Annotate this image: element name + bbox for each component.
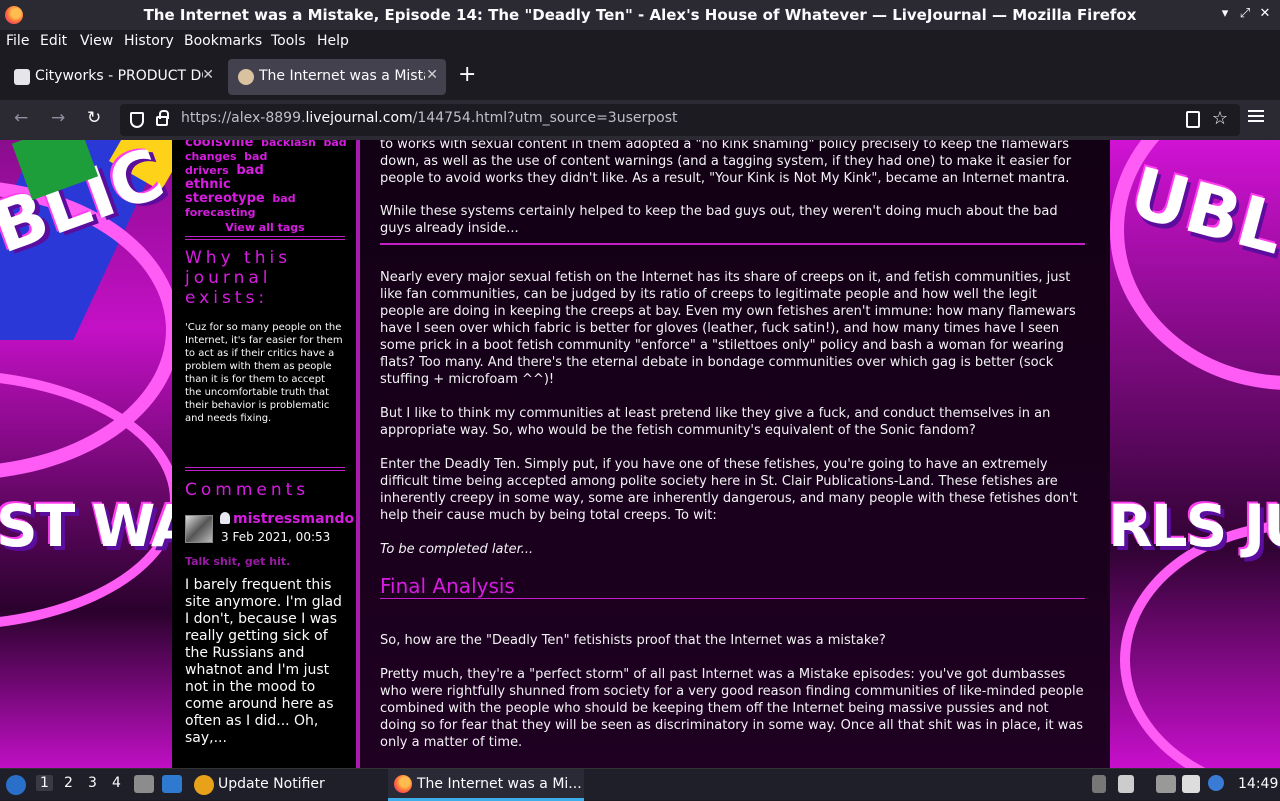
volume-icon[interactable]: [1118, 775, 1134, 793]
forward-button[interactable]: →: [51, 108, 65, 128]
tag-link[interactable]: bad: [236, 163, 263, 178]
start-menu-icon[interactable]: [6, 775, 26, 795]
tab-label: The Internet was a Mista: [259, 68, 425, 84]
tag-cloud: coolsville backlash bad changes bad driv…: [185, 140, 347, 235]
livejournal-favicon-icon: [238, 69, 254, 85]
tag-link[interactable]: backlash: [261, 140, 316, 149]
page-favicon-icon: [14, 69, 30, 85]
page-content: BLIC ST WANT UBL RLS JUS coolsville back…: [0, 140, 1280, 768]
user-icon: [220, 512, 230, 524]
comments-heading: Comments: [185, 480, 310, 500]
journal-sidebar: coolsville backlash bad changes bad driv…: [172, 140, 360, 768]
window-titlebar: The Internet was a Mistake, Episode 14: …: [0, 0, 1280, 30]
update-notifier-icon[interactable]: [194, 775, 214, 795]
paragraph: Nearly every major sexual fetish on the …: [380, 270, 1076, 387]
why-text: 'Cuz for so many people on the Internet,…: [185, 322, 343, 424]
desktop-1[interactable]: 1: [36, 775, 53, 791]
system-taskbar: 1 2 3 4 Update Notifier The Internet was…: [0, 768, 1280, 801]
entry-content: to works with sexual content in them ado…: [360, 140, 1110, 768]
reload-button[interactable]: ↻: [87, 108, 101, 128]
tab-internet-mistake[interactable]: The Internet was a Mista ✕: [228, 59, 446, 95]
desktop-3[interactable]: 3: [88, 775, 97, 791]
background-poster-left: BLIC ST WANT: [0, 140, 172, 768]
section-heading-final-analysis: Final Analysis: [380, 574, 515, 598]
tab-label: Cityworks - PRODUCT DO: [35, 68, 203, 84]
file-manager-icon[interactable]: [134, 775, 154, 793]
commenter-username[interactable]: mistressmando: [220, 511, 354, 527]
menu-tools[interactable]: Tools: [271, 33, 306, 49]
url-suffix: /144754.html?utm_source=3userpost: [412, 110, 678, 126]
firefox-icon: [394, 775, 412, 793]
hamburger-menu-icon[interactable]: [1248, 110, 1264, 122]
tray-arrow-icon[interactable]: [1092, 775, 1106, 793]
back-button[interactable]: ←: [14, 108, 28, 128]
network-icon[interactable]: [1156, 775, 1176, 793]
comment-date: 3 Feb 2021, 00:53: [221, 530, 331, 544]
url-bar[interactable]: https://alex-8899.livejournal.com/144754…: [120, 104, 1240, 136]
menu-edit[interactable]: Edit: [40, 33, 67, 49]
menu-bar: File Edit View History Bookmarks Tools H…: [0, 30, 1280, 54]
tab-cityworks[interactable]: Cityworks - PRODUCT DO ✕: [4, 59, 222, 95]
paragraph: To be completed later...: [380, 542, 534, 557]
view-all-tags-link[interactable]: View all tags: [185, 221, 345, 235]
window-title: The Internet was a Mistake, Episode 14: …: [143, 6, 1137, 24]
clock[interactable]: 14:49: [1238, 776, 1278, 792]
menu-bookmarks[interactable]: Bookmarks: [184, 33, 262, 49]
poster-text-bottom: RLS JUS: [1110, 492, 1280, 560]
poster-text-bottom: ST WANT: [0, 492, 172, 560]
section-divider: [380, 598, 1085, 599]
section-divider: [185, 467, 345, 471]
comment-body: I barely frequent this site anymore. I'm…: [185, 577, 342, 746]
paragraph: Pretty much, they're a "perfect storm" o…: [380, 667, 1084, 750]
url-text[interactable]: https://alex-8899.livejournal.com/144754…: [181, 110, 678, 126]
paragraph: While these systems certainly helped to …: [380, 204, 1058, 236]
tracking-protection-shield-icon[interactable]: [130, 112, 144, 128]
reader-view-icon[interactable]: [1186, 111, 1200, 128]
tag-link[interactable]: coolsville: [185, 140, 253, 150]
paragraph: So, how are the "Deadly Ten" fetishists …: [380, 633, 886, 648]
background-poster-right: UBL RLS JUS: [1110, 140, 1280, 768]
menu-help[interactable]: Help: [317, 33, 349, 49]
username-text: mistressmando: [233, 511, 355, 527]
show-desktop-icon[interactable]: [162, 775, 182, 793]
bookmark-star-icon[interactable]: ☆: [1212, 108, 1228, 129]
paragraph: Enter the Deadly Ten. Simply put, if you…: [380, 457, 1078, 523]
close-window-button[interactable]: ✕: [1256, 6, 1274, 21]
active-window-label[interactable]: The Internet was a Mi...: [417, 776, 582, 792]
url-prefix: https://alex-8899.: [181, 110, 306, 126]
desktop-2[interactable]: 2: [64, 775, 73, 791]
update-notifier-label[interactable]: Update Notifier: [218, 776, 325, 792]
new-tab-button[interactable]: +: [458, 62, 476, 87]
section-divider: [185, 236, 345, 240]
tag-link[interactable]: bad: [272, 192, 295, 205]
tab-bar: Cityworks - PRODUCT DO ✕ The Internet wa…: [0, 54, 1280, 100]
desktop-4[interactable]: 4: [112, 775, 121, 791]
maximize-button[interactable]: ⤢: [1236, 6, 1254, 21]
url-domain: livejournal.com: [305, 110, 413, 126]
why-heading: Why this journal exists:: [185, 248, 292, 308]
tag-link[interactable]: changes: [185, 150, 237, 163]
menu-history[interactable]: History: [124, 33, 174, 49]
lock-icon[interactable]: [156, 110, 169, 126]
tag-link[interactable]: forecasting: [185, 206, 255, 219]
section-divider: [380, 243, 1085, 245]
tag-link[interactable]: ethnic stereotype: [185, 177, 265, 206]
navigation-bar: ← → ↻ https://alex-8899.livejournal.com/…: [0, 100, 1280, 140]
notification-icon[interactable]: [1208, 775, 1224, 791]
clipboard-icon[interactable]: [1182, 775, 1200, 793]
paragraph: to works with sexual content in them ado…: [380, 140, 1072, 186]
menu-file[interactable]: File: [6, 33, 29, 49]
minimize-button[interactable]: ▾: [1216, 6, 1234, 21]
menu-view[interactable]: View: [80, 33, 113, 49]
close-tab-icon[interactable]: ✕: [202, 67, 214, 83]
close-tab-icon[interactable]: ✕: [426, 67, 438, 83]
comment-subject[interactable]: Talk shit, get hit.: [185, 555, 290, 568]
paragraph: But I like to think my communities at le…: [380, 406, 1051, 438]
tag-link[interactable]: bad: [323, 140, 346, 149]
commenter-avatar[interactable]: [185, 515, 213, 543]
